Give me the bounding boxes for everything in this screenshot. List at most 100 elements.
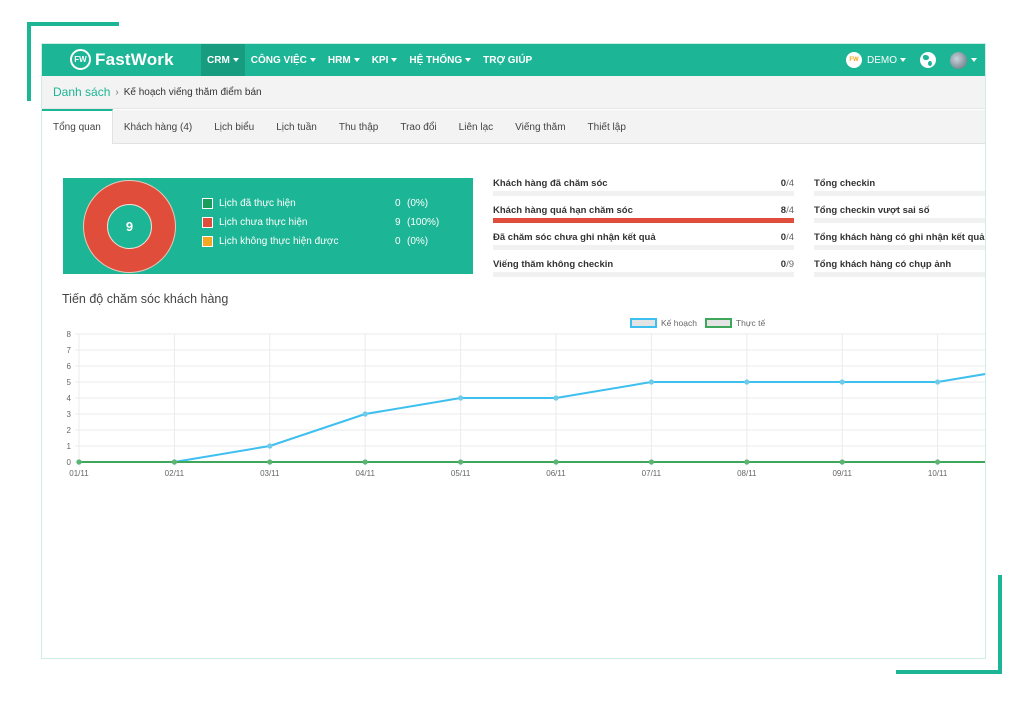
schedule-summary-panel: 9 Lịch đã thực hiện 0 (0%) Lịch chưa thực h… bbox=[63, 178, 473, 274]
tab-7[interactable]: Viếng thăm bbox=[504, 110, 576, 144]
x-tick-label: 07/11 bbox=[642, 469, 662, 478]
stat-value: 0/9 bbox=[780, 259, 794, 270]
legend-label: Lịch không thực hiện được bbox=[219, 236, 339, 247]
data-point bbox=[458, 459, 464, 465]
data-point bbox=[458, 395, 464, 401]
user-nav: FW DEMO bbox=[846, 44, 977, 76]
nav-item-3[interactable]: KPI bbox=[366, 44, 404, 76]
stat-progress-bar bbox=[493, 218, 794, 223]
stat-item: Đã chăm sóc chưa ghi nhận kết quả 0/4 bbox=[493, 232, 794, 258]
x-tick-label: 01/11 bbox=[69, 469, 89, 478]
chevron-down-icon bbox=[391, 58, 398, 62]
legend-swatch bbox=[202, 217, 213, 228]
chevron-down-icon bbox=[309, 58, 316, 62]
tab-4[interactable]: Thu thập bbox=[328, 110, 389, 144]
nav-item-label: HRM bbox=[327, 54, 351, 66]
nav-item-label: KPI bbox=[371, 54, 389, 66]
y-tick-label: 5 bbox=[67, 378, 72, 387]
stat-progress-bar bbox=[814, 218, 985, 223]
stat-progress-bar bbox=[814, 272, 985, 277]
breadcrumb: Danh sách › Kế hoạch viếng thăm điểm bán bbox=[42, 76, 985, 109]
stat-value: 0/4 bbox=[780, 232, 794, 243]
logo[interactable]: FW FastWork bbox=[70, 49, 174, 70]
legend-swatch bbox=[202, 236, 213, 247]
x-tick-label: 03/11 bbox=[260, 469, 280, 478]
legend-percent: (0%) bbox=[407, 198, 429, 209]
nav-item-label: CRM bbox=[207, 54, 230, 66]
nav-item-2[interactable]: HRM bbox=[322, 44, 366, 76]
data-point bbox=[935, 379, 941, 385]
stat-progress-bar bbox=[814, 191, 985, 196]
data-point bbox=[839, 459, 845, 465]
stat-label: Viếng thăm không checkin bbox=[493, 259, 614, 270]
stat-label: Đã chăm sóc chưa ghi nhận kết quả bbox=[493, 232, 656, 243]
stat-label: Tổng khách hàng có chụp ảnh bbox=[814, 259, 952, 270]
schedule-legend-item: Lịch không thực hiện được 0 (0%) bbox=[202, 236, 452, 247]
legend-count: 9 bbox=[395, 217, 401, 228]
globe-icon[interactable] bbox=[920, 52, 936, 68]
stat-item: Tổng checkin vượt sai số bbox=[814, 205, 985, 231]
stat-label: Khách hàng đã chăm sóc bbox=[493, 178, 608, 189]
schedule-donut-chart: 9 bbox=[84, 181, 175, 272]
x-tick-label: 08/11 bbox=[737, 469, 757, 478]
legend-count: 0 bbox=[395, 236, 401, 247]
x-tick-label: 02/11 bbox=[165, 469, 185, 478]
x-tick-label: 04/11 bbox=[355, 469, 375, 478]
x-tick-label: 06/11 bbox=[546, 469, 566, 478]
nav-item-0[interactable]: CRM bbox=[201, 44, 245, 76]
logo-mark-icon: FW bbox=[70, 49, 91, 70]
tab-8[interactable]: Thiết lập bbox=[577, 110, 637, 144]
y-tick-label: 1 bbox=[67, 442, 72, 451]
breadcrumb-link-list[interactable]: Danh sách bbox=[53, 85, 110, 99]
y-tick-label: 3 bbox=[67, 410, 72, 419]
chevron-down-icon bbox=[232, 58, 239, 62]
schedule-legend-item: Lịch chưa thực hiện 9 (100%) bbox=[202, 217, 452, 228]
breadcrumb-current: Kế hoạch viếng thăm điểm bán bbox=[123, 86, 262, 98]
chevron-down-icon[interactable] bbox=[971, 58, 977, 62]
app-window: FW FastWork CRM CÔNG VIỆC HRM KPI HỆ THỐNG TR… bbox=[41, 43, 986, 659]
user-avatar[interactable] bbox=[950, 51, 967, 69]
x-tick-label: 10/11 bbox=[928, 469, 948, 478]
chevron-down-icon bbox=[900, 58, 906, 62]
stat-progress-bar bbox=[493, 191, 794, 196]
data-point bbox=[171, 459, 177, 465]
x-tick-label: 09/11 bbox=[832, 469, 852, 478]
tab-3[interactable]: Lịch tuần bbox=[265, 110, 328, 144]
tab-6[interactable]: Liên lạc bbox=[448, 110, 504, 144]
stat-label: Tổng checkin vượt sai số bbox=[814, 205, 930, 216]
nav-item-1[interactable]: CÔNG VIỆC bbox=[245, 44, 322, 76]
donut-total: 9 bbox=[107, 204, 152, 249]
stat-progress-bar bbox=[493, 272, 794, 277]
tab-bar: Tổng quan Khách hàng (4) Lịch biểu Lịch tuầ… bbox=[42, 109, 985, 144]
logo-text: FastWork bbox=[95, 49, 174, 69]
top-navbar: FW FastWork CRM CÔNG VIỆC HRM KPI HỆ THỐNG TR… bbox=[42, 44, 985, 76]
tab-1[interactable]: Khách hàng (4) bbox=[113, 110, 203, 144]
nav-item-label: TRỢ GIÚP bbox=[483, 54, 533, 66]
breadcrumb-separator: › bbox=[115, 86, 119, 98]
stat-value: 0/4 bbox=[780, 178, 794, 189]
data-point bbox=[267, 459, 273, 465]
nav-item-4[interactable]: HỆ THỐNG bbox=[403, 44, 477, 76]
stat-item: Tổng checkin bbox=[814, 178, 985, 204]
account-menu[interactable]: DEMO bbox=[867, 55, 906, 66]
nav-item-5[interactable]: TRỢ GIÚP bbox=[477, 44, 538, 76]
y-tick-label: 7 bbox=[67, 346, 72, 355]
stat-item: Khách hàng đã chăm sóc 0/4 bbox=[493, 178, 794, 204]
progress-line-chart: 0 1 2 3 4 5 6 7 8 01/11 02/11 03/11 04/11 05/11 06/11 0… bbox=[67, 330, 985, 478]
data-point bbox=[553, 395, 559, 401]
tab-2[interactable]: Lịch biểu bbox=[203, 110, 265, 144]
data-point bbox=[648, 459, 655, 465]
tab-0[interactable]: Tổng quan bbox=[42, 109, 113, 144]
data-point bbox=[935, 459, 941, 465]
data-point bbox=[362, 459, 368, 465]
data-point bbox=[648, 379, 655, 385]
stat-progress-bar bbox=[493, 245, 794, 250]
chevron-down-icon bbox=[353, 58, 360, 62]
tab-5[interactable]: Trao đổi bbox=[389, 110, 447, 144]
stat-label: Tổng checkin bbox=[814, 178, 876, 189]
data-point bbox=[362, 411, 368, 417]
schedule-legend-item: Lịch đã thực hiện 0 (0%) bbox=[202, 198, 452, 209]
legend-label: Lịch đã thực hiện bbox=[219, 198, 296, 209]
y-tick-label: 4 bbox=[67, 394, 72, 403]
stat-label: Tổng khách hàng có ghi nhận kết quả bbox=[814, 232, 985, 243]
